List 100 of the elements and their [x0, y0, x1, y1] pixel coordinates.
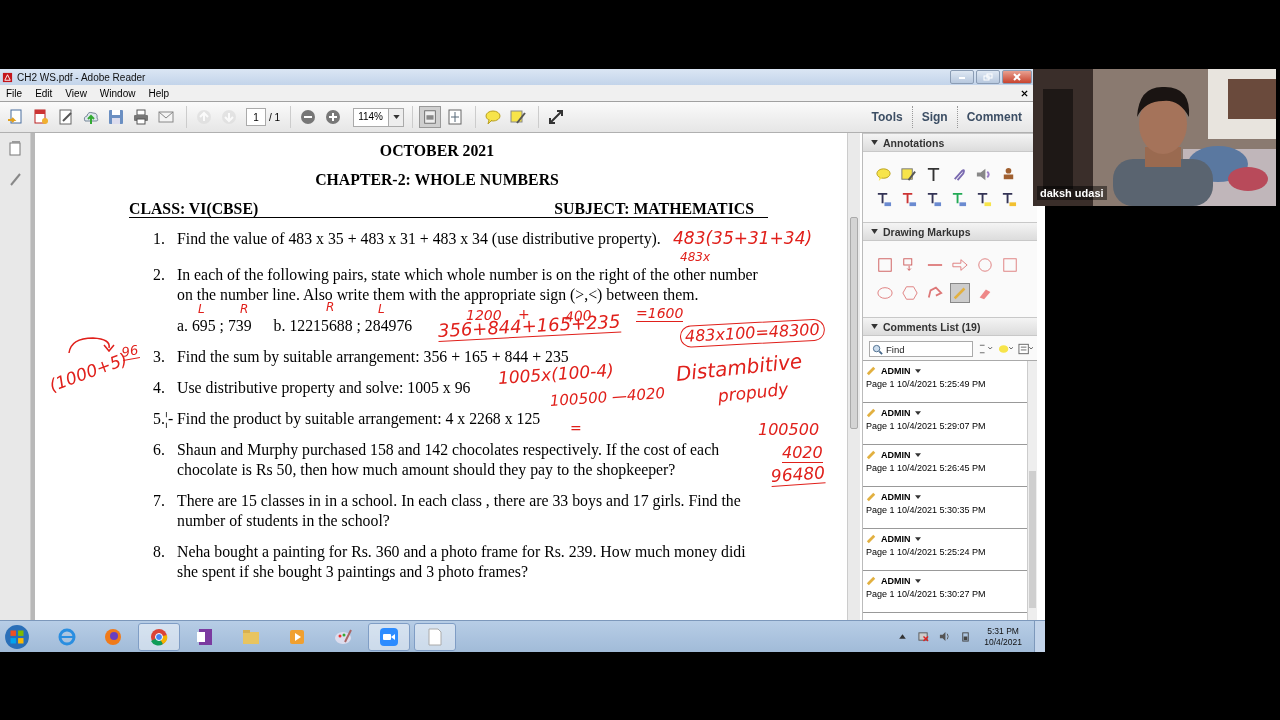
text-markup-icon[interactable] [975, 191, 992, 208]
battery-icon[interactable] [960, 631, 972, 642]
search-field[interactable]: Find [869, 341, 973, 357]
sticky-note-icon[interactable] [875, 166, 892, 183]
section-header[interactable]: Drawing Markups [863, 222, 1037, 241]
question-text: Use distributive property and solve: 1005 x 96 [177, 378, 471, 398]
handwritten-note: 96480 [770, 463, 826, 487]
show-desktop-button[interactable] [1034, 621, 1045, 652]
page-number-field[interactable]: 1 [246, 108, 266, 126]
caret-icon[interactable] [914, 536, 921, 541]
network-icon[interactable] [918, 631, 930, 642]
options-icon[interactable] [1018, 343, 1033, 355]
document-heading: OCTOBER 2021 [378, 142, 496, 160]
comment-author: ADMIN [881, 449, 911, 460]
window-title: CH2 WS.pdf - Adobe Reader [17, 71, 146, 83]
class-label: CLASS: VI(CBSE) [129, 201, 259, 217]
scrollbar[interactable] [847, 133, 860, 620]
comment-meta: Page 1 10/4/2021 5:25:49 PM [866, 379, 987, 389]
comment-author: ADMIN [881, 491, 911, 502]
question-number: 6. [153, 440, 166, 460]
pencil-icon[interactable] [950, 283, 970, 303]
scrollbar[interactable] [1027, 361, 1037, 620]
pages-icon[interactable] [8, 141, 22, 157]
comment-meta: Page 1 10/4/2021 5:26:45 PM [866, 463, 987, 473]
task-button[interactable]: Comment [957, 110, 1031, 124]
sort-icon[interactable] [978, 343, 993, 355]
caret-icon[interactable] [914, 578, 921, 583]
menu-item[interactable]: Edit [34, 87, 59, 99]
text-markup-icon[interactable] [925, 191, 942, 208]
comment-author: ADMIN [881, 533, 911, 544]
minimize-button[interactable] [950, 70, 974, 84]
question-number: 5.¦- [153, 409, 175, 429]
handwritten-note: =1600 [636, 306, 684, 323]
comment-meta: Page 1 10/4/2021 5:30:27 PM [866, 589, 987, 599]
caret-icon [871, 229, 878, 234]
question-text: Find the sum by suitable arrangement: 356 + 165 + 844 + 235 [177, 347, 569, 366]
menu-item[interactable]: Help [147, 87, 175, 99]
caret-icon [392, 115, 400, 119]
question-number: 4. [153, 378, 166, 398]
question-number: 2. [153, 265, 166, 285]
text-icon[interactable] [925, 166, 942, 183]
circle-icon[interactable] [975, 255, 995, 275]
caret-icon[interactable] [914, 410, 921, 415]
comment-meta: Page 1 10/4/2021 5:30:35 PM [866, 505, 987, 515]
text-markup-icon[interactable] [1000, 191, 1017, 208]
video-camera-icon[interactable] [368, 622, 410, 651]
text-markup-icon[interactable] [900, 191, 917, 208]
handwritten-note: 4020 [782, 444, 823, 463]
close-button[interactable] [1002, 70, 1032, 84]
clock-date: 10/4/2021 [984, 636, 1022, 648]
document-icon[interactable] [414, 622, 456, 651]
comment-meta: Page 1 10/4/2021 5:25:24 PM [866, 547, 987, 557]
menu-item[interactable]: View [64, 87, 93, 99]
text-box-icon[interactable] [875, 255, 895, 275]
filter-icon[interactable] [998, 343, 1013, 355]
clock-time: 5:31 PM [987, 625, 1019, 637]
question-number: 7. [153, 491, 166, 511]
task-button[interactable]: Tools [862, 110, 912, 124]
menu-item[interactable]: Window [98, 87, 142, 99]
question-text: There are 15 classes in in a school. In each class , there are 33 boys and 17 girls. Find the number of students in the school? [177, 491, 742, 531]
chapter-title: CHAPTER-2: WHOLE NUMBERS [314, 171, 560, 189]
comment-meta: Page 1 10/4/2021 5:29:07 PM [866, 421, 987, 431]
question-number: 1. [153, 229, 166, 249]
polygon-icon[interactable] [900, 283, 920, 303]
restore-button[interactable] [976, 70, 1000, 84]
caret-icon[interactable] [914, 368, 921, 373]
question-text: Find the value of 483 x 35 + 483 x 31 + 483 x 34 (use distributive property). [177, 229, 661, 249]
pen-icon[interactable] [8, 171, 22, 187]
caret-icon[interactable] [914, 452, 921, 457]
show-hidden-icons-icon[interactable] [897, 631, 909, 642]
rectangle-icon[interactable] [1000, 255, 1020, 275]
menu-item[interactable]: File [5, 87, 29, 99]
caret-icon [871, 140, 878, 145]
highlight-note-icon[interactable] [900, 166, 917, 183]
handwritten-note: 483(35+31+34) [673, 229, 813, 248]
comment-author: ADMIN [881, 575, 911, 586]
task-button[interactable]: Sign [912, 110, 957, 124]
restore-icon [983, 73, 993, 81]
handwritten-note: 483x [680, 251, 710, 265]
zoom-dropdown[interactable]: 114% [353, 107, 405, 127]
comment-author: ADMIN [881, 407, 911, 418]
pencil-icon [866, 449, 877, 460]
page-count: / 1 [269, 111, 281, 123]
text-markup-icon[interactable] [875, 191, 892, 208]
question-text: Shaun and Murphy purchased 158 and 142 chocolates respectively. If the cost of each chocolate is Rs 50, then how much amount should they pay to the shopkeeper? [177, 440, 721, 480]
pencil-icon [866, 365, 877, 376]
handwritten-note: R [326, 301, 335, 315]
start-button[interactable] [4, 623, 30, 650]
question-text: Find the product by suitable arrangement: 4 x 2268 x 125 [177, 409, 541, 429]
pencil-icon [866, 575, 877, 586]
caret-icon[interactable] [914, 494, 921, 499]
handwritten-note: L [378, 303, 385, 317]
question-number: 3. [153, 347, 166, 367]
section-header[interactable]: Comments List (19) [863, 317, 1037, 336]
comment-author: ADMIN [881, 365, 911, 376]
caret-icon [871, 324, 878, 329]
search-icon [872, 344, 883, 355]
close-icon[interactable] [1021, 90, 1028, 97]
speaker-icon[interactable] [939, 631, 951, 642]
pencil-icon [866, 407, 877, 418]
